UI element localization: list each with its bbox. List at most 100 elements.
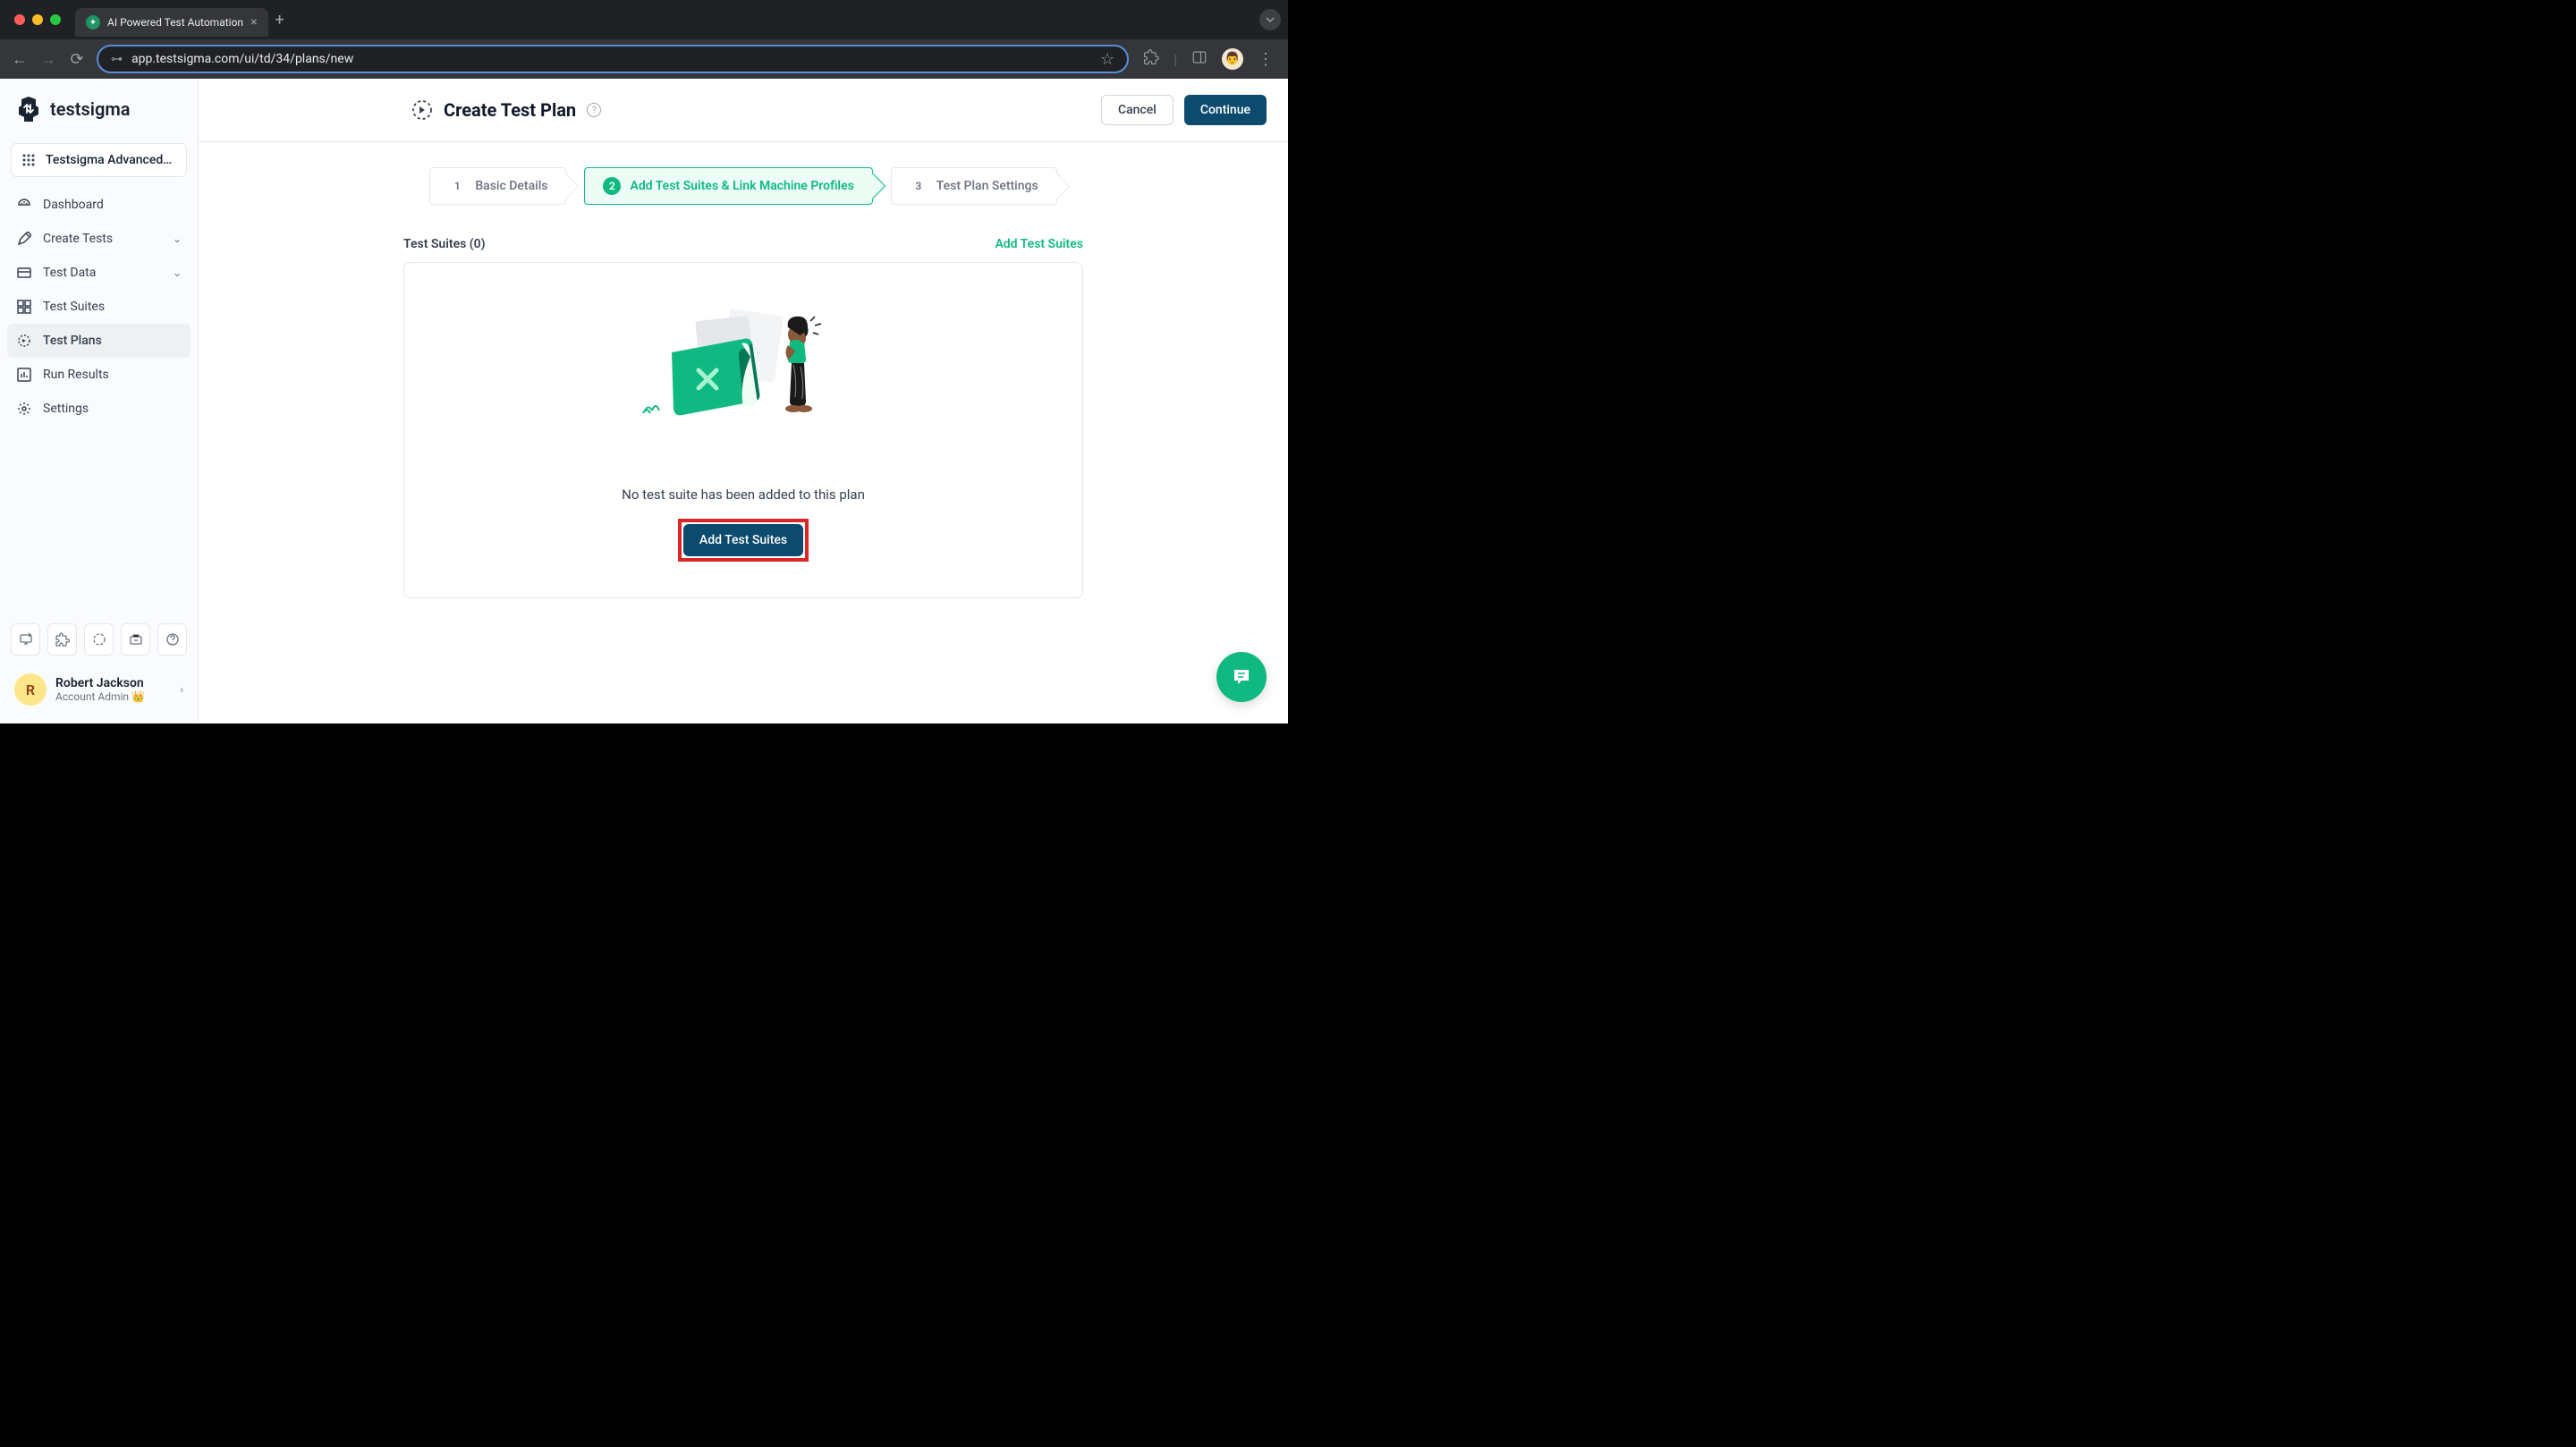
main-content: Create Test Plan ? Cancel Continue 1 Bas… — [199, 79, 1288, 724]
step-basic-details[interactable]: 1 Basic Details — [429, 167, 566, 205]
footer-help-button[interactable] — [157, 623, 187, 656]
extensions-button[interactable] — [1140, 46, 1163, 73]
nav-label: Settings — [43, 402, 182, 416]
sidebar-nav: Dashboard Create Tests ⌄ Test Data ⌄ Tes… — [0, 184, 198, 613]
tab-favicon-icon: ✦ — [86, 15, 100, 30]
empty-message: No test suite has been added to this pla… — [622, 487, 865, 503]
user-role: Account Admin 👑 — [55, 690, 171, 703]
back-button[interactable]: ← — [11, 50, 29, 69]
user-menu[interactable]: R Robert Jackson Account Admin 👑 › — [11, 666, 187, 713]
nav-label: Test Data — [43, 266, 162, 280]
chevron-down-icon: ⌄ — [173, 233, 182, 245]
empty-illustration — [636, 308, 851, 442]
profile-avatar-button[interactable]: 👨 — [1222, 48, 1243, 70]
footer-action-4[interactable] — [121, 623, 150, 656]
sidebar-item-run-results[interactable]: Run Results — [7, 358, 191, 392]
chart-icon — [16, 367, 32, 383]
panel-icon — [1191, 49, 1208, 65]
workspace-name: Testsigma Advanced… — [46, 153, 175, 167]
nav-label: Run Results — [43, 368, 182, 382]
footer-action-3[interactable] — [84, 623, 114, 656]
close-window-button[interactable] — [14, 14, 25, 25]
browser-tab[interactable]: ✦ AI Powered Test Automation × — [75, 8, 268, 37]
divider: | — [1174, 51, 1177, 68]
step-label: Test Plan Settings — [936, 179, 1038, 193]
gear-icon — [16, 401, 32, 417]
step-test-plan-settings[interactable]: 3 Test Plan Settings — [891, 167, 1057, 205]
footer-action-1[interactable] — [11, 623, 40, 656]
add-test-suites-link[interactable]: Add Test Suites — [995, 237, 1083, 251]
cancel-button[interactable]: Cancel — [1101, 95, 1174, 125]
bookmark-star-icon[interactable]: ☆ — [1100, 50, 1114, 69]
nav-label: Test Suites — [43, 300, 182, 314]
browser-tab-bar: ✦ AI Powered Test Automation × + — [0, 0, 1288, 39]
step-label: Add Test Suites & Link Machine Profiles — [630, 179, 853, 193]
edit-icon — [16, 231, 32, 247]
add-test-suites-button[interactable]: Add Test Suites — [683, 524, 803, 556]
test-plan-icon — [411, 99, 433, 121]
dashboard-icon — [16, 197, 32, 213]
app-container: testsigma Testsigma Advanced… Dashboard … — [0, 79, 1288, 724]
browser-menu-button[interactable]: ⋮ — [1254, 47, 1277, 72]
nav-label: Create Tests — [43, 232, 162, 246]
nav-label: Test Plans — [43, 334, 182, 348]
test-suites-section: Test Suites (0) Add Test Suites — [403, 237, 1083, 598]
chevron-down-icon: ⌄ — [173, 267, 182, 279]
help-icon[interactable]: ? — [587, 103, 601, 117]
url-text: app.testsigma.com/ui/td/34/plans/new — [131, 52, 1091, 66]
highlight-annotation: Add Test Suites — [678, 519, 809, 562]
step-number: 2 — [603, 177, 621, 195]
user-avatar: R — [14, 673, 47, 706]
new-tab-button[interactable]: + — [268, 7, 292, 33]
chat-button[interactable] — [1216, 652, 1267, 702]
footer-action-2[interactable] — [47, 623, 77, 656]
logo-text: testsigma — [50, 98, 130, 120]
user-name: Robert Jackson — [55, 676, 171, 690]
chat-icon — [1231, 666, 1252, 688]
step-number: 3 — [910, 177, 928, 195]
sidebar-item-dashboard[interactable]: Dashboard — [7, 188, 191, 222]
footer-icons-row — [11, 623, 187, 656]
folder-icon — [16, 265, 32, 281]
workspace-selector[interactable]: Testsigma Advanced… — [11, 143, 187, 177]
apps-grid-icon — [22, 153, 37, 167]
sidebar: testsigma Testsigma Advanced… Dashboard … — [0, 79, 199, 724]
suites-count-title: Test Suites (0) — [403, 237, 486, 251]
stepper: 1 Basic Details 2 Add Test Suites & Link… — [429, 167, 1056, 205]
grid-icon — [16, 299, 32, 315]
header-left: Create Test Plan ? — [411, 99, 601, 121]
suites-header: Test Suites (0) Add Test Suites — [403, 237, 1083, 251]
testsigma-logo-icon — [14, 95, 43, 123]
sidebar-item-test-plans[interactable]: Test Plans — [7, 324, 191, 358]
sidebar-footer: R Robert Jackson Account Admin 👑 › — [0, 613, 198, 724]
target-icon — [16, 333, 32, 349]
tabs-container: ✦ AI Powered Test Automation × + — [75, 3, 1252, 37]
nav-label: Dashboard — [43, 198, 182, 212]
reload-button[interactable]: ⟳ — [68, 50, 86, 69]
header-actions: Cancel Continue — [1101, 95, 1267, 125]
page-title: Create Test Plan — [444, 99, 576, 121]
user-info: Robert Jackson Account Admin 👑 — [55, 676, 171, 703]
empty-state: No test suite has been added to this pla… — [403, 262, 1083, 598]
forward-button[interactable]: → — [39, 50, 57, 69]
sidebar-item-test-suites[interactable]: Test Suites — [7, 290, 191, 324]
page-header: Create Test Plan ? Cancel Continue — [199, 79, 1288, 142]
tabs-dropdown-button[interactable] — [1259, 9, 1281, 30]
maximize-window-button[interactable] — [50, 14, 61, 25]
sidebar-item-test-data[interactable]: Test Data ⌄ — [7, 256, 191, 290]
step-add-test-suites[interactable]: 2 Add Test Suites & Link Machine Profile… — [584, 167, 872, 205]
url-bar[interactable]: ⊶ app.testsigma.com/ui/td/34/plans/new ☆ — [97, 45, 1129, 73]
puzzle-icon — [1143, 49, 1159, 65]
sidebar-item-settings[interactable]: Settings — [7, 392, 191, 426]
tab-close-button[interactable]: × — [250, 15, 257, 30]
browser-nav-bar: ← → ⟳ ⊶ app.testsigma.com/ui/td/34/plans… — [0, 39, 1288, 79]
minimize-window-button[interactable] — [32, 14, 43, 25]
sidebar-item-create-tests[interactable]: Create Tests ⌄ — [7, 222, 191, 256]
chevron-right-icon: › — [180, 683, 183, 696]
logo[interactable]: testsigma — [0, 79, 198, 140]
continue-button[interactable]: Continue — [1184, 95, 1267, 125]
step-label: Basic Details — [475, 179, 547, 193]
chevron-down-icon — [1266, 17, 1275, 22]
sidepanel-button[interactable] — [1188, 46, 1211, 73]
site-info-icon[interactable]: ⊶ — [111, 53, 123, 66]
